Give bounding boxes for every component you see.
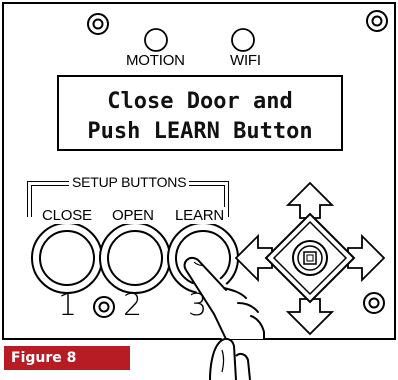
control-panel-figure: MOTION WIFI Close Door and Push LEARN Bu…	[0, 0, 398, 380]
motion-label: MOTION	[126, 52, 185, 69]
setup-buttons-label: SETUP BUTTONS	[69, 174, 190, 190]
motion-led-icon	[144, 28, 168, 52]
close-button[interactable]	[31, 222, 103, 294]
screw-icon	[363, 292, 385, 314]
wifi-label: WIFI	[230, 52, 261, 69]
lcd-display: Close Door and Push LEARN Button	[57, 75, 343, 151]
figure-caption: Figure 8	[4, 346, 130, 370]
display-line-1: Close Door and	[107, 89, 293, 114]
learn-button-label: LEARN	[173, 207, 227, 224]
display-line-2: Push LEARN Button	[87, 119, 313, 144]
open-button[interactable]	[99, 222, 171, 294]
close-button-label: CLOSE	[40, 207, 94, 224]
screw-icon	[87, 13, 109, 35]
wifi-led-icon	[231, 28, 255, 52]
learn-button-number: 3	[188, 288, 208, 323]
screw-icon	[93, 296, 115, 318]
open-button-label: OPEN	[110, 207, 156, 224]
close-button-number: 1	[58, 288, 78, 323]
open-button-number: 2	[123, 288, 143, 323]
screw-icon	[366, 10, 388, 32]
